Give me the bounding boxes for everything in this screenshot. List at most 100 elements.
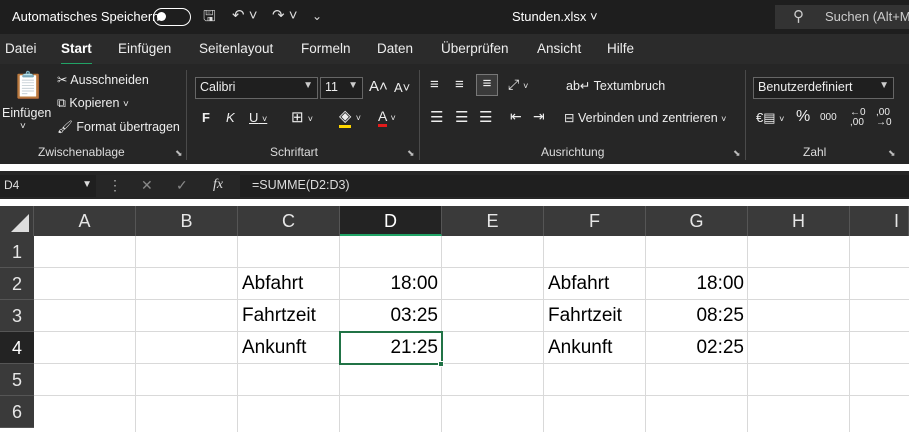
column-header-h[interactable]: H — [748, 206, 850, 236]
cell-g4[interactable]: 02:25 — [646, 332, 748, 364]
column-header-b[interactable]: B — [136, 206, 238, 236]
paste-chevron-icon[interactable]: ˅ — [20, 121, 26, 132]
row-header-5[interactable]: 5 — [0, 364, 34, 396]
italic-button[interactable]: K — [226, 110, 235, 125]
borders-icon[interactable]: ⊞ ˅ — [291, 108, 313, 126]
redo-icon[interactable]: ↷ ˅ — [272, 6, 298, 24]
font-color-icon[interactable]: A ˅ — [378, 108, 396, 127]
cell-f2[interactable]: Abfahrt — [544, 268, 646, 300]
font-launcher-icon[interactable]: ⬊ — [407, 148, 415, 159]
column-header-e[interactable]: E — [442, 206, 544, 236]
tab-seitenlayout[interactable]: Seitenlayout — [199, 41, 273, 56]
select-all-button[interactable] — [0, 206, 34, 236]
align-center-icon[interactable]: ☰ — [455, 108, 468, 126]
accounting-format-icon[interactable]: €▤ ˅ — [756, 110, 784, 126]
alignment-group-label: Ausrichtung — [541, 145, 605, 159]
cell-d3[interactable]: 03:25 — [340, 300, 442, 332]
cell-c3[interactable]: Fahrtzeit — [238, 300, 340, 332]
column-header-d[interactable]: D — [340, 206, 442, 236]
grow-font-icon[interactable]: A˄ — [369, 78, 388, 95]
row-header-4[interactable]: 4 — [0, 332, 34, 364]
paste-icon[interactable]: 📋 — [12, 70, 44, 101]
align-right-icon[interactable]: ☰ — [479, 108, 492, 126]
autosave-toggle[interactable] — [153, 8, 191, 26]
clipboard-launcher-icon[interactable]: ⬊ — [175, 148, 183, 159]
cell-c2[interactable]: Abfahrt — [238, 268, 340, 300]
cell-f3[interactable]: Fahrtzeit — [544, 300, 646, 332]
cell-g2[interactable]: 18:00 — [646, 268, 748, 300]
gridline — [135, 236, 136, 432]
cancel-icon[interactable]: ✕ — [141, 177, 153, 194]
underline-button[interactable]: U ˅ — [249, 110, 267, 125]
column-header-a[interactable]: A — [34, 206, 136, 236]
file-name[interactable]: Stunden.xlsx ˅ — [512, 9, 598, 24]
align-bottom-icon[interactable]: ≡ — [476, 74, 498, 96]
increase-decimal-icon[interactable]: ←0,00 — [850, 108, 866, 128]
column-header-f[interactable]: F — [544, 206, 646, 236]
font-group-label: Schriftart — [270, 145, 319, 159]
align-left-icon[interactable]: ☰ — [430, 108, 443, 126]
merge-center-button[interactable]: ⊟ Verbinden und zentrieren ˅ — [564, 110, 726, 125]
chevron-down-icon: ▼ — [303, 80, 313, 91]
increase-indent-icon[interactable]: ⇥ — [533, 108, 545, 125]
gridline — [34, 395, 909, 396]
enter-icon[interactable]: ✓ — [176, 177, 188, 194]
tab-ansicht[interactable]: Ansicht — [537, 41, 581, 56]
tab-daten[interactable]: Daten — [377, 41, 413, 56]
format-painter-button[interactable]: 🖌 Format übertragen — [57, 120, 180, 135]
number-format-select[interactable]: Benutzerdefiniert ▼ — [753, 77, 894, 99]
customize-toolbar-icon[interactable]: ⌄ — [312, 9, 322, 23]
name-box[interactable]: D4 ▼ — [0, 175, 96, 197]
search-box[interactable]: ⚲ Suchen (Alt+M) — [775, 5, 909, 29]
paste-button[interactable]: Einfügen — [2, 106, 51, 120]
cell-g3[interactable]: 08:25 — [646, 300, 748, 332]
formula-input[interactable]: =SUMME(D2:D3) — [240, 175, 909, 197]
row-header-3[interactable]: 3 — [0, 300, 34, 332]
insert-function-icon[interactable]: fx — [213, 177, 223, 193]
percent-icon[interactable]: % — [796, 108, 810, 126]
orientation-icon[interactable]: ⤢ ˅ — [508, 76, 528, 93]
group-separator — [745, 70, 746, 160]
column-header-g[interactable]: G — [646, 206, 748, 236]
tab-datei[interactable]: Datei — [5, 41, 37, 56]
tab-einfuegen[interactable]: Einfügen — [118, 41, 171, 56]
tab-start[interactable]: Start — [61, 41, 92, 66]
align-top-icon[interactable]: ≡ — [430, 76, 439, 93]
thousands-separator-icon[interactable]: 000 — [820, 112, 837, 123]
decrease-indent-icon[interactable]: ⇤ — [510, 108, 522, 125]
align-middle-icon[interactable]: ≡ — [455, 76, 464, 93]
chevron-down-icon: ▼ — [82, 179, 92, 190]
alignment-launcher-icon[interactable]: ⬊ — [733, 148, 741, 159]
tab-hilfe[interactable]: Hilfe — [607, 41, 634, 56]
fill-handle[interactable] — [438, 361, 444, 367]
number-group-label: Zahl — [803, 145, 827, 159]
fill-color-icon[interactable]: ◈ ˅ — [339, 106, 361, 128]
gridline — [34, 363, 909, 364]
save-icon[interactable]: 🖫 — [203, 6, 216, 31]
more-icon: ⋮ — [108, 177, 122, 193]
decrease-decimal-icon[interactable]: ,00 →0 — [876, 108, 892, 128]
cut-button[interactable]: ✂ Ausschneiden — [57, 72, 149, 87]
font-size-select[interactable]: 11 ▼ — [320, 77, 363, 99]
tab-formeln[interactable]: Formeln — [301, 41, 351, 56]
gridline — [34, 331, 909, 332]
row-header-1[interactable]: 1 — [0, 236, 34, 268]
row-header-6[interactable]: 6 — [0, 396, 34, 428]
cell-d2[interactable]: 18:00 — [340, 268, 442, 300]
number-launcher-icon[interactable]: ⬊ — [888, 148, 896, 159]
column-header-c[interactable]: C — [238, 206, 340, 236]
row-header-2[interactable]: 2 — [0, 268, 34, 300]
cell-c4[interactable]: Ankunft — [238, 332, 340, 364]
column-header-i[interactable]: I — [850, 206, 909, 236]
undo-icon[interactable]: ↶ ˅ — [232, 6, 258, 24]
copy-button[interactable]: ⧉ Kopieren ˅ — [57, 96, 129, 111]
copy-icon: ⧉ — [57, 96, 66, 110]
tab-ueberpruefen[interactable]: Überprüfen — [441, 41, 509, 56]
shrink-font-icon[interactable]: A˅ — [394, 80, 410, 95]
wrap-text-button[interactable]: ab↵ Textumbruch — [566, 78, 665, 93]
cell-f4[interactable]: Ankunft — [544, 332, 646, 364]
bold-button[interactable]: F — [202, 110, 210, 125]
gridline — [34, 267, 909, 268]
font-name-select[interactable]: Calibri ▼ — [195, 77, 318, 99]
search-placeholder: Suchen (Alt+M) — [825, 9, 909, 24]
